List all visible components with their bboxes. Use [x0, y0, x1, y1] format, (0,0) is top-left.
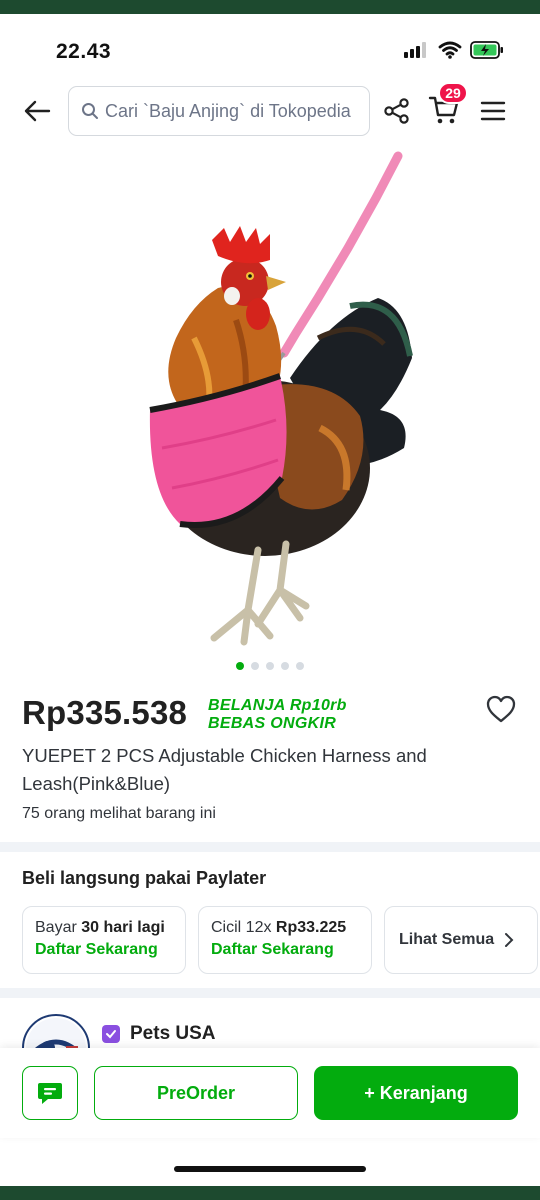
paylater-register-link[interactable]: Daftar Sekarang — [35, 941, 173, 959]
preorder-button[interactable]: PreOrder — [94, 1066, 298, 1120]
paylater-see-all-button[interactable]: Lihat Semua — [384, 906, 538, 974]
status-time: 22.43 — [56, 40, 112, 63]
top-frame-bar — [0, 0, 540, 14]
heart-icon — [486, 695, 516, 723]
bottom-frame-bar — [0, 1186, 540, 1200]
paylater-section-title: Beli langsung pakai Paylater — [22, 868, 267, 888]
share-icon — [384, 98, 409, 124]
image-dot[interactable] — [296, 662, 304, 670]
section-divider — [0, 842, 540, 852]
free-shipping-promo: BELANJA Rp10rb BEBAS ONGKIR — [208, 697, 347, 733]
menu-icon — [480, 101, 506, 121]
viewer-count: 75 orang melihat barang ini — [22, 805, 216, 822]
paylater-register-link[interactable]: Daftar Sekarang — [211, 941, 359, 959]
chat-button[interactable] — [22, 1066, 78, 1120]
search-bar[interactable] — [68, 86, 370, 136]
battery-icon — [470, 41, 503, 59]
share-button[interactable] — [380, 94, 414, 128]
chevron-right-icon — [505, 933, 514, 947]
back-arrow-icon — [24, 100, 51, 122]
wifi-icon — [438, 41, 462, 59]
see-all-label: Lihat Semua — [399, 931, 495, 948]
bottom-action-bar: PreOrder + Keranjang — [0, 1048, 540, 1138]
image-dot[interactable] — [281, 662, 289, 670]
cart-count-badge: 29 — [438, 82, 468, 104]
product-image[interactable] — [0, 148, 540, 658]
image-dot[interactable] — [266, 662, 274, 670]
paylater-option-desc: Bayar 30 hari lagi — [35, 919, 165, 936]
top-nav-header: 29 — [0, 82, 540, 138]
promo-line-2: BEBAS ONGKIR — [208, 715, 337, 732]
status-bar: 22.43 — [0, 14, 540, 74]
paylater-option-card[interactable]: Cicil 12x Rp33.225 Daftar Sekarang — [198, 906, 372, 974]
product-title: YUEPET 2 PCS Adjustable Chicken Harness … — [22, 745, 427, 794]
search-input[interactable] — [105, 100, 365, 122]
shop-badge-icon — [102, 1025, 120, 1043]
menu-button[interactable] — [478, 94, 508, 128]
paylater-option-desc: Cicil 12x Rp33.225 — [211, 919, 347, 936]
image-dot-active[interactable] — [236, 662, 244, 670]
paylater-option-card[interactable]: Bayar 30 hari lagi Daftar Sekarang — [22, 906, 186, 974]
home-indicator — [174, 1166, 366, 1172]
product-price: Rp335.538 — [22, 694, 188, 731]
chat-icon — [38, 1083, 62, 1104]
rooster-harness-illustration — [149, 151, 413, 646]
search-icon — [82, 103, 98, 119]
status-icons — [404, 41, 504, 59]
promo-line-1: BELANJA Rp10rb — [208, 697, 347, 714]
signal-icon — [404, 42, 426, 58]
wishlist-button[interactable] — [484, 692, 518, 726]
back-button[interactable] — [20, 94, 54, 128]
section-divider — [0, 988, 540, 998]
image-pagination-dots — [0, 662, 540, 670]
image-dot[interactable] — [251, 662, 259, 670]
add-to-cart-button[interactable]: + Keranjang — [314, 1066, 518, 1120]
shop-name[interactable]: Pets USA — [130, 1023, 216, 1045]
